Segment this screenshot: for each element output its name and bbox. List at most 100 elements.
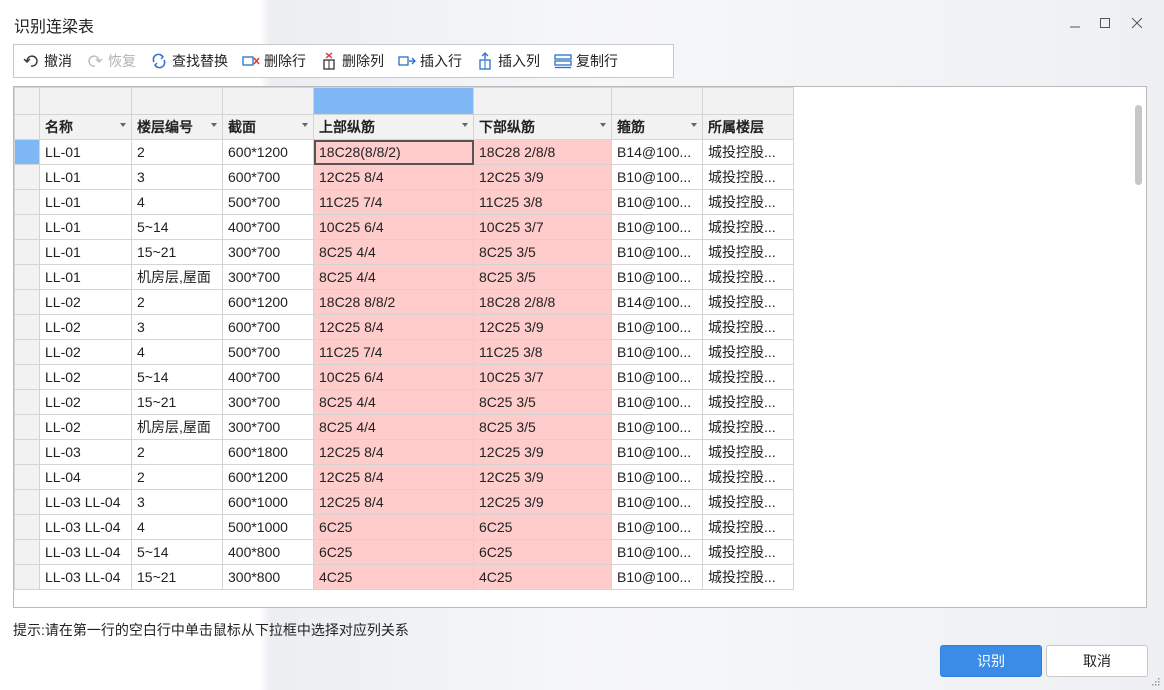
table-cell[interactable]: LL-02 [39, 339, 132, 365]
table-cell[interactable]: LL-04 [39, 464, 132, 490]
row-header-cell[interactable] [14, 389, 40, 415]
table-cell[interactable]: 10C25 3/7 [473, 364, 612, 390]
mapping-cell[interactable] [473, 87, 612, 115]
insert-row-button[interactable]: 插入行 [398, 51, 462, 71]
row-header-cell[interactable] [14, 539, 40, 565]
table-cell[interactable]: 城投控股... [702, 389, 794, 415]
table-cell[interactable]: 500*700 [222, 339, 314, 365]
row-header-cell[interactable] [14, 339, 40, 365]
table-cell[interactable]: 4C25 [473, 564, 612, 590]
undo-button[interactable]: 撤消 [22, 51, 72, 71]
table-cell[interactable]: 3 [131, 489, 223, 515]
table-cell[interactable]: 8C25 3/5 [473, 414, 612, 440]
table-cell[interactable]: 6C25 [473, 514, 612, 540]
table-cell[interactable]: 8C25 4/4 [313, 414, 474, 440]
table-cell[interactable]: LL-02 [39, 289, 132, 315]
table-cell[interactable]: 2 [131, 139, 223, 165]
row-header-cell[interactable] [14, 214, 40, 240]
table-cell[interactable]: 城投控股... [702, 189, 794, 215]
table-cell[interactable]: 600*700 [222, 164, 314, 190]
table-cell[interactable]: 3 [131, 314, 223, 340]
table-cell[interactable]: LL-03 LL-04 [39, 514, 132, 540]
table-cell[interactable]: B10@100... [611, 564, 703, 590]
insert-column-button[interactable]: 插入列 [476, 51, 540, 71]
table-cell[interactable]: 12C25 8/4 [313, 464, 474, 490]
table-cell[interactable]: 城投控股... [702, 414, 794, 440]
mapping-cell[interactable] [222, 87, 314, 115]
column-header[interactable]: 箍筋 [611, 114, 703, 140]
table-cell[interactable]: LL-01 [39, 139, 132, 165]
table-cell[interactable]: 机房层,屋面 [131, 264, 223, 290]
table-cell[interactable]: LL-01 [39, 164, 132, 190]
table-cell[interactable]: 11C25 3/8 [473, 339, 612, 365]
table-cell[interactable]: 300*700 [222, 414, 314, 440]
table-cell[interactable]: LL-03 LL-04 [39, 539, 132, 565]
row-header-cell[interactable] [14, 164, 40, 190]
delete-row-button[interactable]: 删除行 [242, 51, 306, 71]
row-header-cell[interactable] [14, 564, 40, 590]
table-cell[interactable]: 12C25 8/4 [313, 314, 474, 340]
minimize-button[interactable] [1060, 8, 1090, 38]
table-cell[interactable]: 城投控股... [702, 364, 794, 390]
table-cell[interactable]: LL-03 LL-04 [39, 489, 132, 515]
table-cell[interactable]: 8C25 4/4 [313, 389, 474, 415]
filter-dropdown-icon[interactable] [600, 123, 606, 127]
table-cell[interactable]: B10@100... [611, 339, 703, 365]
column-header[interactable]: 所属楼层 [702, 114, 794, 140]
scrollbar-thumb[interactable] [1135, 105, 1142, 185]
row-header-cell[interactable] [14, 264, 40, 290]
table-cell[interactable]: 400*800 [222, 539, 314, 565]
table-cell[interactable]: 4 [131, 339, 223, 365]
table-cell[interactable]: 15~21 [131, 564, 223, 590]
recognize-button[interactable]: 识别 [940, 645, 1042, 677]
close-button[interactable] [1122, 8, 1152, 38]
table-cell[interactable]: 6C25 [313, 539, 474, 565]
table-cell[interactable]: 600*1200 [222, 289, 314, 315]
table-cell[interactable]: B10@100... [611, 389, 703, 415]
table-cell[interactable]: 600*1000 [222, 489, 314, 515]
table-cell[interactable]: 15~21 [131, 389, 223, 415]
table-cell[interactable]: 8C25 3/5 [473, 389, 612, 415]
row-header-cell[interactable] [14, 514, 40, 540]
column-header[interactable]: 名称 [39, 114, 132, 140]
table-cell[interactable]: 城投控股... [702, 314, 794, 340]
table-cell[interactable]: 8C25 4/4 [313, 239, 474, 265]
table-cell[interactable]: B10@100... [611, 189, 703, 215]
table-cell[interactable]: 300*700 [222, 264, 314, 290]
table-cell[interactable]: B10@100... [611, 239, 703, 265]
table-cell[interactable]: 6C25 [473, 539, 612, 565]
table-cell[interactable]: B10@100... [611, 489, 703, 515]
table-cell[interactable]: 3 [131, 164, 223, 190]
filter-dropdown-icon[interactable] [462, 123, 468, 127]
table-cell[interactable]: 18C28 8/8/2 [313, 289, 474, 315]
table-cell[interactable]: 6C25 [313, 514, 474, 540]
row-header-cell[interactable] [14, 414, 40, 440]
table-cell[interactable]: LL-02 [39, 389, 132, 415]
table-cell[interactable]: B10@100... [611, 539, 703, 565]
table-cell[interactable]: LL-02 [39, 364, 132, 390]
table-cell[interactable]: LL-01 [39, 264, 132, 290]
column-header[interactable]: 楼层编号 [131, 114, 223, 140]
column-header[interactable]: 截面 [222, 114, 314, 140]
table-cell[interactable]: 600*1200 [222, 464, 314, 490]
table-cell[interactable]: 4 [131, 189, 223, 215]
redo-button[interactable]: 恢复 [86, 51, 136, 71]
row-header-cell[interactable] [14, 464, 40, 490]
table-cell[interactable]: B10@100... [611, 314, 703, 340]
table-cell[interactable]: 18C28(8/8/2) [313, 139, 474, 165]
table-cell[interactable]: 12C25 3/9 [473, 164, 612, 190]
table-cell[interactable]: 2 [131, 439, 223, 465]
table-cell[interactable]: 12C25 3/9 [473, 489, 612, 515]
table-cell[interactable]: 600*700 [222, 314, 314, 340]
table-cell[interactable]: LL-01 [39, 239, 132, 265]
table-cell[interactable]: 300*700 [222, 389, 314, 415]
table-cell[interactable]: 12C25 8/4 [313, 164, 474, 190]
column-header[interactable]: 下部纵筋 [473, 114, 612, 140]
table-cell[interactable]: B10@100... [611, 464, 703, 490]
table-cell[interactable]: 城投控股... [702, 489, 794, 515]
table-cell[interactable]: 城投控股... [702, 289, 794, 315]
table-cell[interactable]: B10@100... [611, 264, 703, 290]
table-cell[interactable]: B10@100... [611, 414, 703, 440]
mapping-cell[interactable] [611, 87, 703, 115]
table-cell[interactable]: 11C25 7/4 [313, 189, 474, 215]
